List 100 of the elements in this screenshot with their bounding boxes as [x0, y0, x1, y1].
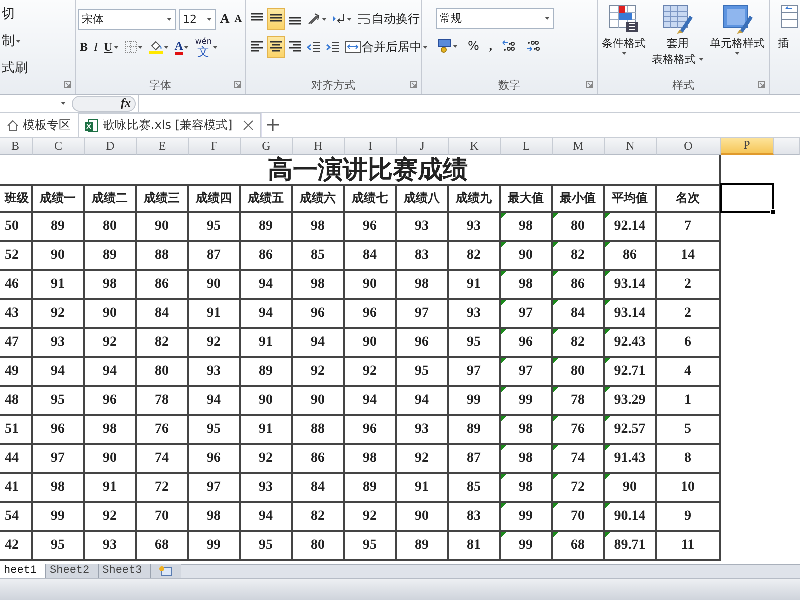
dialog-launcher-icon[interactable] — [64, 81, 71, 88]
table-cell: 92.71 — [605, 358, 657, 387]
insert-function-button[interactable]: fx — [121, 96, 131, 111]
column-heading: 成绩一 — [33, 184, 85, 213]
table-cell: 91 — [33, 271, 85, 300]
insert-button[interactable]: 插 — [772, 4, 794, 51]
active-cell[interactable] — [720, 183, 774, 213]
dialog-launcher-icon[interactable] — [410, 81, 417, 88]
phonetic-button[interactable]: wén 文 — [193, 36, 220, 58]
decimal-arrows-icon — [502, 40, 516, 52]
dialog-launcher-icon[interactable] — [758, 81, 765, 88]
table-cell: 46 — [0, 271, 33, 300]
table-cell: 93 — [33, 329, 85, 358]
table-cell: 68 — [553, 532, 605, 561]
insert-sheet-button[interactable] — [151, 564, 182, 578]
column-heading: 成绩三 — [137, 184, 189, 213]
column-header[interactable]: E — [137, 138, 189, 155]
sheet-tab[interactable]: heet1 — [0, 564, 46, 578]
table-cell: 47 — [0, 329, 33, 358]
decimal-arrows-icon — [526, 40, 540, 52]
column-heading: 名次 — [657, 184, 721, 213]
clipboard-button[interactable]: 式刷 — [0, 59, 30, 77]
table-cell: 93 — [397, 213, 449, 242]
shrink-font-button[interactable]: A — [234, 8, 243, 30]
table-cell: 95 — [189, 213, 241, 242]
caret-icon — [453, 44, 458, 48]
percent-button[interactable]: % — [466, 35, 482, 57]
caret-icon — [184, 46, 190, 48]
table-cell: 72 — [137, 474, 189, 503]
column-heading: 成绩九 — [449, 184, 501, 213]
table-cell: 84 — [345, 242, 397, 271]
table-cell: 93 — [85, 532, 137, 561]
column-header[interactable]: M — [553, 138, 605, 155]
table-cell: 52 — [0, 242, 33, 271]
underline-button[interactable]: U — [102, 36, 121, 58]
cell-brush-icon — [722, 4, 754, 35]
center-button[interactable] — [267, 36, 285, 58]
column-header[interactable]: P — [721, 138, 774, 155]
table-cell: 92 — [397, 445, 449, 474]
table-cell: 86 — [605, 242, 657, 271]
styles-button[interactable]: 条件格式 — [600, 4, 648, 76]
font-color-button[interactable]: A — [172, 36, 192, 58]
dialog-launcher-icon[interactable] — [234, 81, 241, 88]
column-header[interactable]: L — [501, 138, 553, 155]
font-name-dropdown[interactable]: 宋体 — [78, 8, 176, 30]
sheet-tab[interactable]: Sheet3 — [98, 564, 152, 578]
table-cell: 90 — [605, 474, 657, 503]
sheet-tab[interactable]: Sheet2 — [46, 564, 99, 578]
table-cell: 41 — [0, 474, 33, 503]
table-cell: 94 — [241, 503, 293, 532]
table-cell: 94 — [33, 358, 85, 387]
bold-button[interactable]: B — [78, 36, 90, 58]
column-header[interactable]: O — [657, 138, 721, 155]
indent-icon — [307, 40, 321, 54]
clipboard-button[interactable]: 制 — [0, 32, 23, 50]
column-header[interactable]: G — [241, 138, 293, 155]
styles-button[interactable]: 单元格样式 — [708, 4, 767, 76]
column-header[interactable]: I — [345, 138, 397, 155]
formula-bar-splitter[interactable]: fx — [72, 96, 136, 112]
caret-icon — [699, 58, 704, 61]
merge-center-button[interactable]: 合并后居中 — [343, 36, 430, 58]
table-cell: 90 — [33, 242, 85, 271]
dialog-launcher-icon[interactable] — [586, 81, 593, 88]
column-header[interactable]: K — [449, 138, 501, 155]
document-tab[interactable]: 歌咏比赛.xls [兼容模式] — [78, 113, 261, 137]
table-cell: 96 — [397, 329, 449, 358]
caret-icon — [545, 17, 550, 20]
grow-font-button[interactable]: A — [219, 8, 231, 30]
column-header[interactable]: H — [293, 138, 345, 155]
comma-button[interactable]: , — [487, 35, 494, 57]
table-cell: 97 — [189, 474, 241, 503]
table-cell: 88 — [137, 242, 189, 271]
italic-button[interactable]: I — [92, 36, 100, 58]
caret-icon — [61, 102, 66, 105]
column-header[interactable]: F — [189, 138, 241, 155]
styles-button[interactable]: 套用 表格格式 — [650, 4, 706, 76]
close-icon[interactable] — [242, 120, 254, 131]
table-cell: 89.71 — [605, 532, 657, 561]
column-header[interactable]: C — [33, 138, 85, 155]
column-header[interactable]: B — [0, 138, 33, 155]
number-format-dropdown[interactable]: 常规 — [436, 8, 554, 29]
font-size-dropdown[interactable]: 12 — [179, 8, 216, 30]
align-lines-icon — [269, 40, 283, 54]
table-cell: 68 — [137, 532, 189, 561]
plus-icon — [267, 119, 280, 131]
column-header[interactable]: N — [605, 138, 657, 155]
wrap-text-button[interactable]: 自动换行 — [355, 8, 422, 30]
middle-align-button[interactable] — [267, 8, 285, 30]
table-cell: 91 — [241, 416, 293, 445]
table-cell: 91 — [397, 474, 449, 503]
column-header[interactable]: D — [85, 138, 137, 155]
table-cell: 90 — [397, 503, 449, 532]
table-cell: 89 — [85, 242, 137, 271]
column-heading: 成绩四 — [189, 184, 241, 213]
table-cell: 70 — [137, 503, 189, 532]
column-header[interactable]: J — [397, 138, 449, 155]
clipboard-button[interactable]: 切 — [0, 5, 17, 23]
table-cell: 92.43 — [605, 329, 657, 358]
document-tab[interactable]: 模板专区 — [0, 113, 78, 137]
group-label: 字体 — [150, 78, 172, 92]
